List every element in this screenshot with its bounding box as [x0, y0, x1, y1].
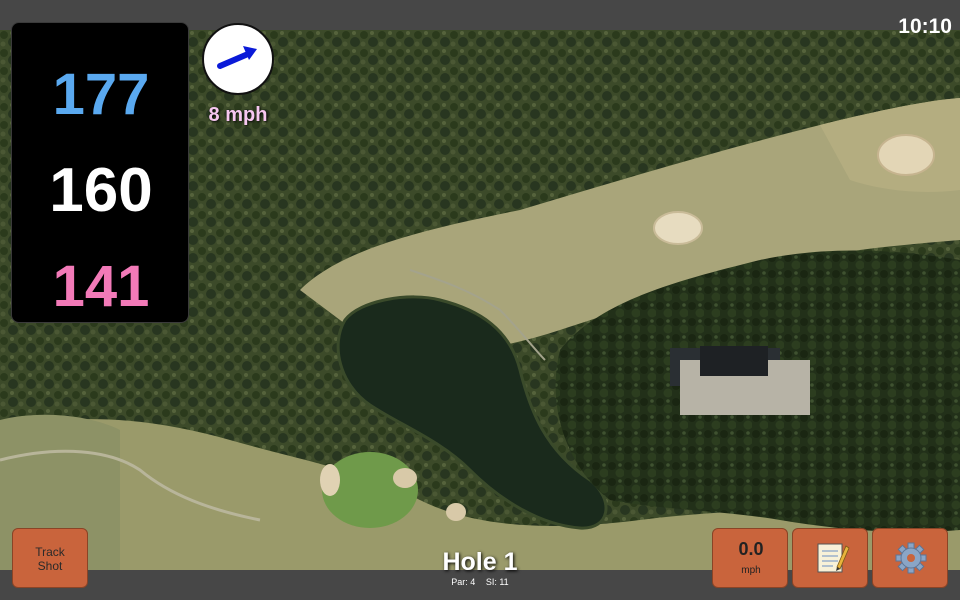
track-shot-button[interactable]: Track Shot: [12, 528, 88, 588]
middle-distance: 160: [49, 156, 153, 225]
speed-button[interactable]: 0.0 mph: [712, 528, 788, 588]
bunker: [320, 464, 340, 496]
wind-speed: 8 mph: [208, 104, 268, 126]
hole-title: Hole 1: [442, 548, 518, 576]
clubhouse-building: [700, 346, 768, 376]
wind-direction-arrow-icon: [217, 46, 257, 69]
settings-button[interactable]: [872, 528, 948, 588]
track-shot-label-line1: Track: [35, 545, 65, 559]
bunker: [393, 468, 417, 488]
gear-icon: [895, 542, 927, 574]
speed-unit: mph: [741, 565, 761, 576]
bunker: [653, 211, 703, 245]
hole-par: Par: 4: [451, 577, 476, 587]
bunker: [877, 134, 935, 176]
track-shot-label-line2: Shot: [37, 559, 63, 573]
wind-indicator[interactable]: [202, 23, 274, 95]
notepad-icon: [817, 543, 850, 573]
hole-stroke-index: SI: 11: [485, 577, 509, 587]
hole-info: Par: 4 SI: 11: [380, 577, 580, 587]
clock: 10:10: [898, 15, 952, 38]
speed-value: 0.0: [738, 539, 764, 559]
bunker: [446, 503, 466, 521]
notes-button[interactable]: [792, 528, 868, 588]
front-distance: 141: [52, 254, 150, 319]
distance-panel: 177 160 141: [11, 22, 189, 323]
back-distance: 177: [52, 62, 150, 127]
